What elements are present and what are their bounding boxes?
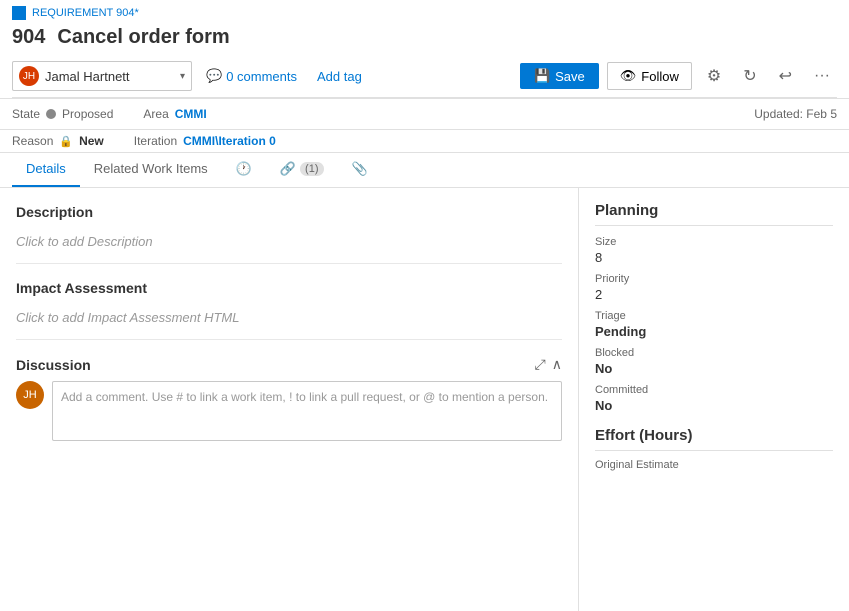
comment-icon: 💬 [206,68,222,84]
planning-title: Planning [595,202,833,226]
right-panel: Planning Size 8 Priority 2 Triage Pendin… [579,188,849,611]
area-value[interactable]: CMMI [175,107,207,121]
assignee-name: Jamal Hartnett [45,69,174,84]
triage-value[interactable]: Pending [595,324,833,339]
description-placeholder[interactable]: Click to add Description [16,228,562,264]
main-content: Description Click to add Description Imp… [0,188,849,611]
work-item-title[interactable]: Cancel order form [57,26,229,49]
blocked-label: Blocked [595,347,833,359]
comment-avatar: JH [16,381,44,409]
priority-value[interactable]: 2 [595,287,833,302]
discussion-title: Discussion [16,357,91,373]
updated-text: Updated: Feb 5 [754,107,837,121]
planning-triage: Triage Pending [595,310,833,339]
size-label: Size [595,236,833,248]
history-icon: 🕐 [236,161,252,177]
iteration-label: Iteration [134,134,177,148]
links-badge: (1) [300,162,323,176]
collapse-icon[interactable]: ∧ [552,356,562,373]
size-value[interactable]: 8 [595,250,833,265]
work-item-id: 904 [12,26,45,49]
tab-history[interactable]: 🕐 [222,153,266,187]
planning-blocked: Blocked No [595,347,833,376]
settings-button[interactable]: ⚙ [700,61,728,91]
impact-placeholder[interactable]: Click to add Impact Assessment HTML [16,304,562,340]
lock-icon: 🔒 [59,135,73,148]
assignee-avatar: JH [19,66,39,86]
area-field: Area CMMI [143,107,206,121]
tab-related-work-items[interactable]: Related Work Items [80,153,222,187]
undo-button[interactable]: ↩ [772,61,799,91]
area-label: Area [143,107,168,121]
planning-size: Size 8 [595,236,833,265]
priority-label: Priority [595,273,833,285]
iteration-field: Iteration CMMI\Iteration 0 [134,134,276,148]
reason-value[interactable]: New [79,134,104,148]
chevron-down-icon: ▾ [180,71,185,82]
breadcrumb: REQUIREMENT 904* [12,0,837,22]
discussion-header: Discussion ⤢ ∧ [16,356,562,373]
description-title: Description [16,204,562,220]
reason-field: Reason 🔒 New [12,134,104,148]
impact-title: Impact Assessment [16,280,562,296]
planning-committed: Committed No [595,384,833,413]
original-estimate-field: Original Estimate [595,459,833,471]
refresh-button[interactable]: ↻ [736,61,763,91]
comments-count: 0 comments [226,69,297,84]
tab-links[interactable]: 🔗 (1) [266,153,338,187]
assignee-select[interactable]: JH Jamal Hartnett ▾ [12,61,192,91]
reason-label: Reason [12,134,53,148]
tab-details[interactable]: Details [12,153,80,187]
meta-row: State Proposed Area CMMI Updated: Feb 5 [0,99,849,130]
breadcrumb-text[interactable]: REQUIREMENT 904* [32,7,139,19]
save-icon: 💾 [534,68,550,84]
comment-input[interactable]: Add a comment. Use # to link a work item… [52,381,562,441]
add-tag-button[interactable]: Add tag [311,65,368,88]
comments-button[interactable]: 💬 0 comments [200,64,303,88]
original-estimate-label: Original Estimate [595,459,833,471]
state-label: State [12,107,40,121]
requirement-icon [12,6,26,20]
tabs-row: Details Related Work Items 🕐 🔗 (1) 📎 [0,153,849,188]
expand-icon[interactable]: ⤢ [535,356,546,373]
left-panel: Description Click to add Description Imp… [0,188,579,611]
paperclip-icon: 📎 [352,161,368,177]
meta-row-2: Reason 🔒 New Iteration CMMI\Iteration 0 [0,130,849,153]
effort-title: Effort (Hours) [595,427,833,451]
more-options-button[interactable]: ··· [807,62,837,90]
blocked-value[interactable]: No [595,361,833,376]
tab-attachments[interactable]: 📎 [338,153,382,187]
state-value[interactable]: Proposed [62,107,113,121]
state-field: State Proposed [12,107,113,121]
planning-priority: Priority 2 [595,273,833,302]
committed-label: Committed [595,384,833,396]
iteration-value[interactable]: CMMI\Iteration 0 [183,134,276,148]
save-button[interactable]: 💾 Save [520,63,599,89]
committed-value[interactable]: No [595,398,833,413]
discussion-actions: ⤢ ∧ [535,356,562,373]
link-icon: 🔗 [280,161,296,177]
eye-icon: 👁 [620,68,637,84]
toolbar: JH Jamal Hartnett ▾ 💬 0 comments Add tag… [12,55,837,98]
triage-label: Triage [595,310,833,322]
follow-button[interactable]: 👁 Follow [607,62,692,90]
state-dot [46,109,56,119]
comment-box: JH Add a comment. Use # to link a work i… [16,381,562,441]
